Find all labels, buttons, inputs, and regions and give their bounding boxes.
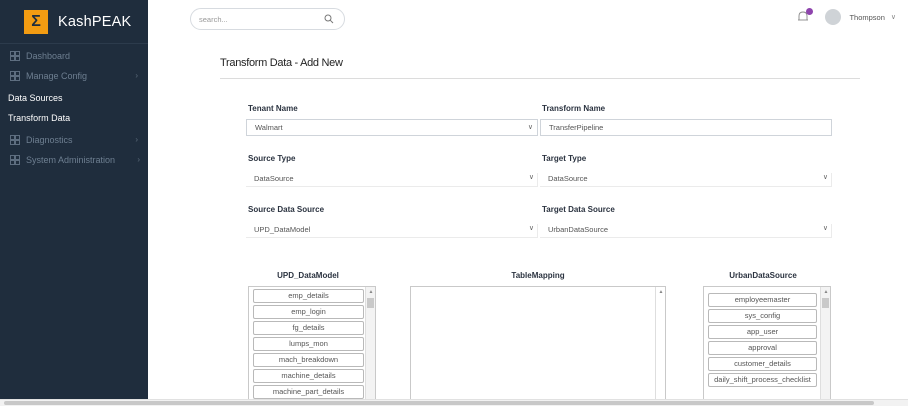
grid-icon [10,135,20,145]
table-mapping-list[interactable]: ▲ [410,286,666,400]
horizontal-scrollbar-thumb[interactable] [4,401,874,405]
scrollbar[interactable]: ▲ [820,287,830,399]
horizontal-scrollbar[interactable] [0,399,908,406]
notification-badge [806,8,814,15]
list-item[interactable]: fg_details [253,321,364,335]
scroll-up-icon[interactable]: ▲ [366,287,375,297]
list-item[interactable]: machine_part_details [253,385,364,399]
notification-icon[interactable] [797,8,814,24]
grid-icon [10,71,20,81]
search-input[interactable]: search... [190,8,345,30]
list-item[interactable]: customer_details [708,357,817,371]
username: Thompson [849,12,885,22]
scroll-up-icon[interactable]: ▲ [821,287,830,297]
target-data-source-label: Target Data Source [542,205,615,214]
sidebar-item-label: Dashboard [26,51,71,61]
sidebar-item-data-sources[interactable]: Data Sources [0,88,148,108]
target-data-source-select[interactable]: UrbanDataSource ∨ [540,221,832,238]
source-tables-list[interactable]: emp_details emp_login fg_details lumps_monm… [248,286,376,400]
sidebar-item-diagnostics[interactable]: Diagnostics › [0,130,148,150]
list-item[interactable]: emp_login [253,305,364,319]
list-item[interactable]: sys_config [708,309,817,323]
list-item[interactable]: emp_details [253,289,364,303]
target-tables-items: employeemaster sys_config app_user approval… [704,287,817,387]
sidebar-item-system-administration[interactable]: System Administration › [0,150,148,170]
source-data-source-label: Source Data Source [248,205,325,214]
source-data-source-value: UPD_DataModel [254,224,311,234]
topbar: search... Thompson ∨ [148,0,908,40]
scrollbar-thumb[interactable] [822,298,829,308]
avatar[interactable] [825,9,842,25]
chevron-down-icon: ∨ [822,174,828,181]
search-placeholder: search... [199,14,228,24]
target-data-source-value: UrbanDataSource [548,224,609,234]
chevron-right-icon: › [137,155,140,164]
list-item[interactable]: approval [708,341,817,355]
source-tables-title: UPD_DataModel [277,271,339,280]
source-tables-items: emp_details emp_login fg_details lumps_monm… [249,289,364,399]
transform-name-input[interactable]: TransferPipeline [540,119,832,136]
chevron-down-icon: ∨ [527,124,533,131]
source-type-value: DataSource [254,173,294,183]
title-divider [220,78,860,79]
source-type-label: Source Type [248,154,296,163]
chevron-down-icon[interactable]: ∨ [891,13,896,21]
sidebar-item-manage-config[interactable]: Manage Config › [0,66,148,86]
chevron-down-icon: ∨ [528,225,534,232]
scrollbar[interactable]: ▲ [655,287,665,399]
sidebar-nav: Dashboard Manage Config › Data Sources T… [0,44,148,170]
dashboard-icon [10,51,20,61]
table-mapping-title: TableMapping [511,271,565,280]
list-item[interactable]: employeemaster [708,293,817,307]
grid-icon [10,155,20,165]
sidebar-item-transform-data[interactable]: Transform Data [0,108,148,128]
chevron-right-icon: › [135,135,138,144]
sidebar-item-label: Data Sources [8,93,63,103]
source-type-select[interactable]: DataSource ∨ [246,170,538,187]
sidebar-item-label: Manage Config [26,71,88,81]
sidebar-item-label: Transform Data [8,113,71,123]
sidebar-item-label: Diagnostics [26,135,73,145]
main-content: Transform Data - Add New Tenant Name Wal… [148,40,908,406]
scrollbar-thumb[interactable] [367,298,374,308]
list-item[interactable]: lumps_mon [253,337,364,351]
scrollbar[interactable]: ▲ [365,287,375,399]
list-item[interactable]: machine_details [253,369,364,383]
sidebar-item-dashboard[interactable]: Dashboard [0,46,148,66]
list-item[interactable]: mach_breakdown [253,353,364,367]
logo[interactable]: Σ KashPEAK [0,0,148,44]
scroll-up-icon[interactable]: ▲ [656,287,665,297]
tenant-name-value: Walmart [255,123,283,132]
list-item[interactable]: daily_shift_process_checklist [708,373,817,387]
app-name: KashPEAK [58,13,132,30]
user-menu[interactable]: Thompson ∨ [797,8,896,25]
tenant-name-label: Tenant Name [248,104,298,113]
target-type-label: Target Type [542,154,587,163]
tenant-name-select[interactable]: Walmart ∨ [246,119,538,136]
transform-name-label: Transform Name [542,104,606,113]
target-type-select[interactable]: DataSource ∨ [540,170,832,187]
target-tables-list[interactable]: employeemaster sys_config app_user approval… [703,286,831,400]
transform-name-value: TransferPipeline [549,123,604,132]
chevron-down-icon: ∨ [822,225,828,232]
search-icon[interactable] [324,14,334,24]
sidebar-item-label: System Administration [26,155,116,165]
chevron-down-icon: ∨ [528,174,534,181]
source-data-source-select[interactable]: UPD_DataModel ∨ [246,221,538,238]
logo-sigma-icon: Σ [24,9,48,34]
page-title: Transform Data - Add New [220,57,343,69]
target-tables-title: UrbanDataSource [729,271,797,280]
target-type-value: DataSource [548,173,588,183]
list-item[interactable]: app_user [708,325,817,339]
chevron-right-icon: › [135,71,138,80]
sidebar: Σ KashPEAK Dashboard Manage Config › Dat… [0,0,148,406]
